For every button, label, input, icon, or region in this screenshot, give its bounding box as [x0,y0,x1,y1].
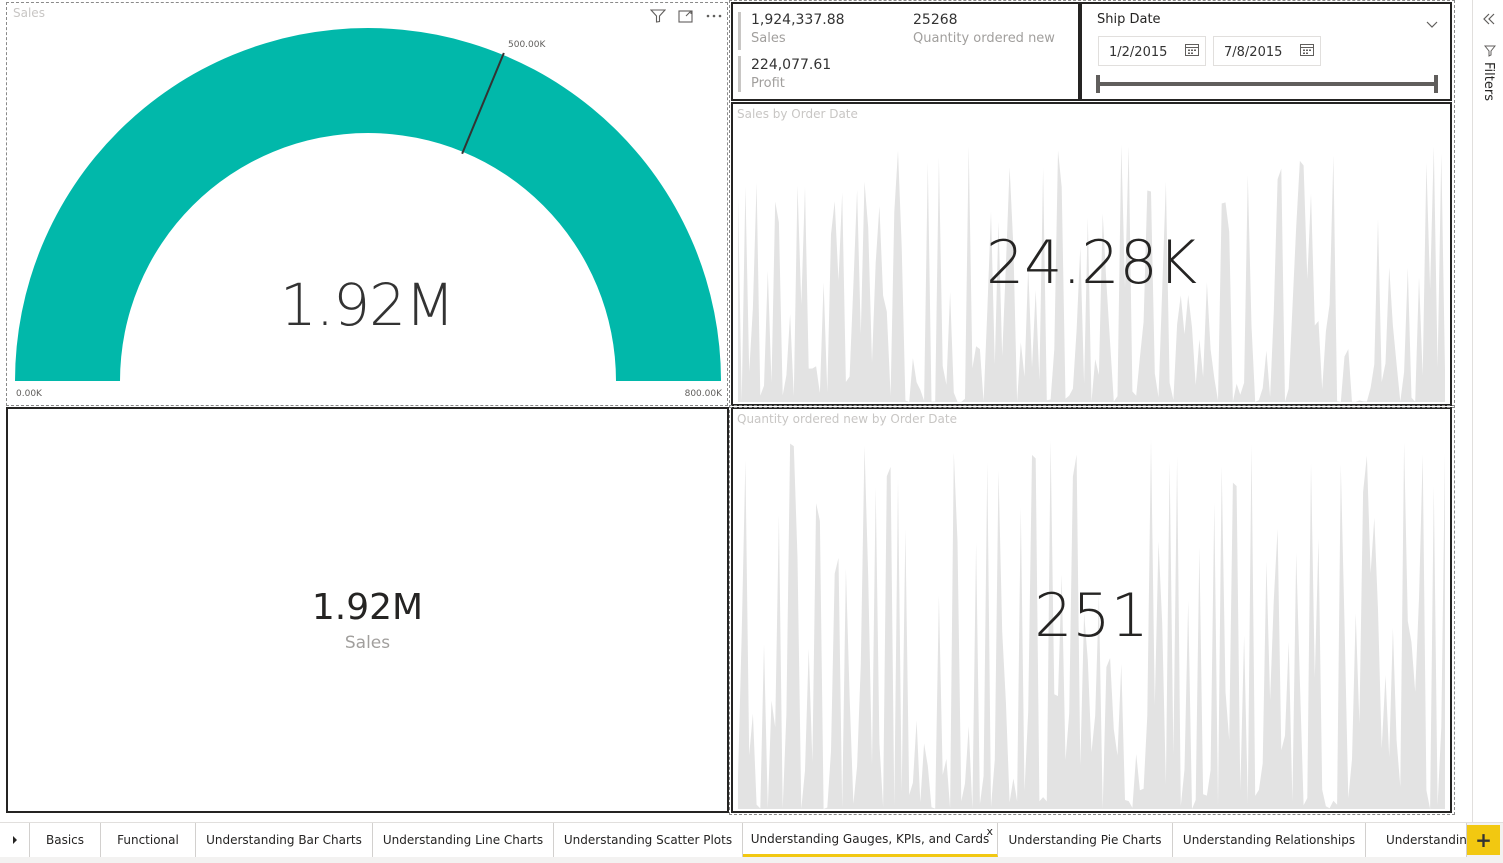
gauge-target-label: 500.00K [508,40,546,50]
gauge-min-label: 0.00K [16,389,42,399]
sales-card[interactable]: 1.92M Sales [6,407,729,813]
tab-basics[interactable]: Basics [30,823,101,857]
collapse-chevron-icon[interactable] [1483,10,1495,29]
close-icon[interactable]: x [986,825,993,838]
tab-pie-charts[interactable]: Understanding Pie Charts [998,823,1173,857]
filter-icon [1483,42,1497,61]
sales-gauge[interactable]: Sales 1.92M 0.00K 800.00K 500.00K [6,2,728,406]
tab-gauges-kpis-cards[interactable]: Understanding Gauges, KPIs, and Cards x [743,823,998,857]
page-tab-bar: Basics Functional Understanding Bar Char… [0,822,1503,863]
tab-functional[interactable]: Functional [101,823,196,857]
card-value: 1.92M [311,587,424,628]
tab-scatter-plots[interactable]: Understanding Scatter Plots [554,823,743,857]
gauge-arc [15,28,721,381]
selection-outline [729,0,1455,408]
tab-relationships[interactable]: Understanding Relationships [1173,823,1366,857]
filters-label[interactable]: Filters [1481,62,1496,101]
add-page-button[interactable]: + [1467,825,1500,855]
caret-right-icon [12,836,17,844]
tab-label: Understanding Gauges, KPIs, and Cards [750,831,990,846]
tab-line-charts[interactable]: Understanding Line Charts [373,823,554,857]
tab-bar-charts[interactable]: Understanding Bar Charts [196,823,373,857]
card-label: Sales [344,633,391,653]
tab-scroll-button[interactable] [0,823,30,857]
gauge-max-label: 800.00K [684,389,722,399]
gauge-value: 1.92M [279,271,455,339]
filters-pane[interactable]: Filters [1472,0,1503,822]
selection-outline [729,405,1455,815]
report-canvas: Sales 1.92M 0.00K 800.00K 500.00K 1.92M … [0,0,1472,820]
tab-understanding[interactable]: Understanding [1366,823,1467,857]
